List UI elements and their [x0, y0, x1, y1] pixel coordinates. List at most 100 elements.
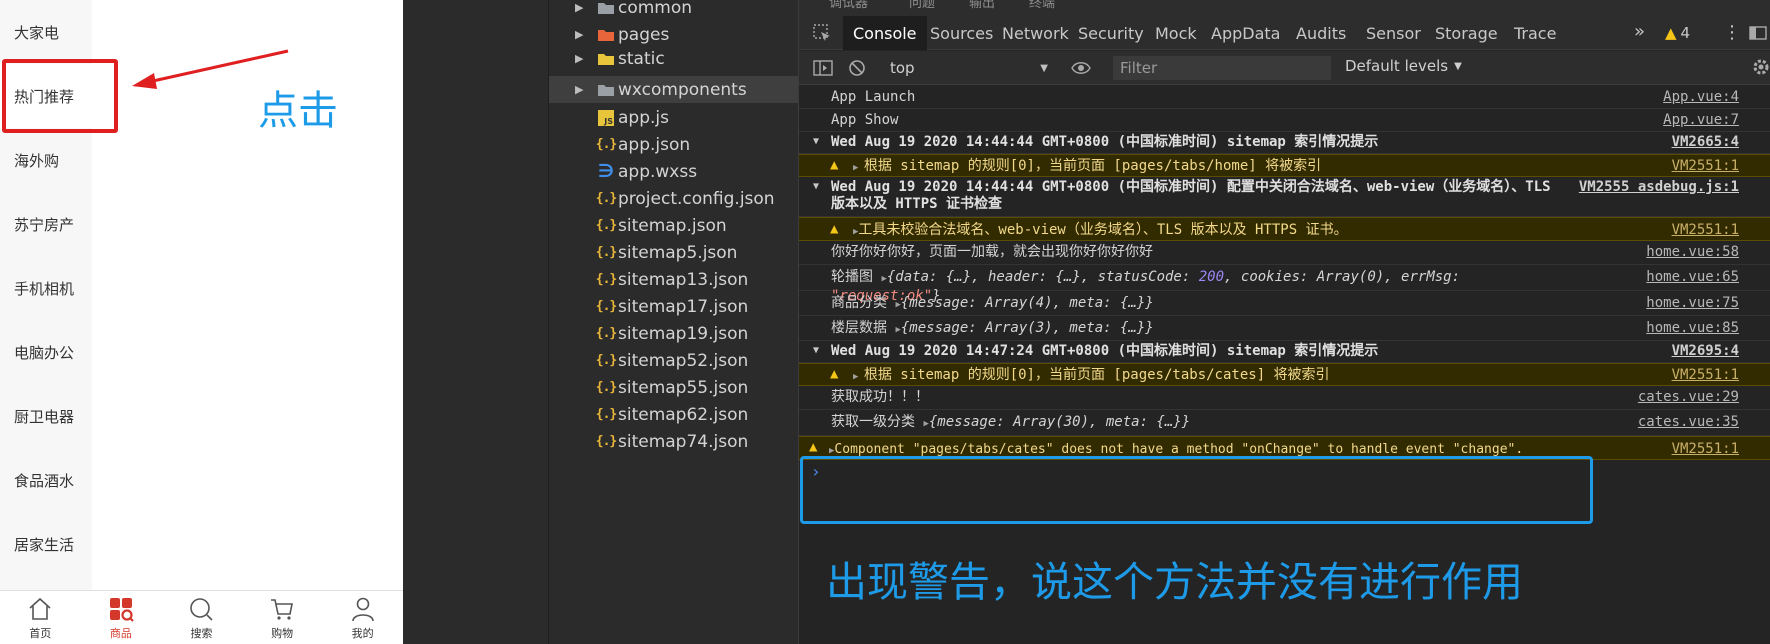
log-entry[interactable]: App Launch App.vue:4 — [799, 86, 1770, 109]
panel-tab-issues[interactable]: 问题 — [909, 0, 935, 11]
gear-icon[interactable] — [1751, 57, 1770, 77]
log-source-link[interactable]: VM2555 asdebug.js:1 — [1579, 179, 1739, 195]
log-warning[interactable]: ▲ ▶工具未校验合法域名、web-view（业务域名）、TLS 版本以及 HTT… — [799, 217, 1770, 241]
file-json[interactable]: {.} sitemap74.json — [549, 428, 799, 455]
tab-storage[interactable]: Storage — [1425, 16, 1508, 50]
tab-audits[interactable]: Audits — [1286, 16, 1356, 50]
json-file-icon: {.} — [595, 245, 618, 260]
warning-text: 根据 sitemap 的规则[0]，当前页面 [pages/tabs/cates… — [863, 367, 1330, 383]
log-entry[interactable]: 商品分类 ▶{message: Array(4), meta: {…}} hom… — [799, 291, 1770, 316]
panel-tab-output[interactable]: 输出 — [969, 0, 995, 11]
file-json[interactable]: {.} sitemap17.json — [549, 293, 799, 320]
log-source-link[interactable]: VM2551:1 — [1672, 367, 1739, 383]
category-item[interactable]: 居家生活 — [0, 512, 92, 576]
tab-sources[interactable]: Sources — [920, 16, 1003, 50]
file-json[interactable]: {.} sitemap.json — [549, 212, 799, 239]
warning-icon: ▲ — [830, 157, 839, 173]
log-object: , cookies: Array(0), errMsg: — [1224, 269, 1469, 285]
panel-tab-terminal[interactable]: 终端 — [1029, 0, 1055, 11]
log-source-link[interactable]: VM2665:4 — [1672, 134, 1739, 150]
caret-down-icon: ▼ — [1040, 62, 1048, 74]
log-source-link[interactable]: home.vue:58 — [1646, 244, 1739, 260]
log-source-link[interactable]: cates.vue:35 — [1638, 414, 1739, 430]
log-levels-select[interactable]: Default levels ▼ — [1345, 57, 1462, 75]
log-source-link[interactable]: home.vue:65 — [1646, 269, 1739, 285]
folder-static[interactable]: ▶ static — [549, 45, 799, 72]
file-json[interactable]: {.} sitemap5.json — [549, 239, 799, 266]
log-entry[interactable]: 获取一级分类 ▶{message: Array(30), meta: {…}} … — [799, 410, 1770, 436]
log-source-link[interactable]: App.vue:4 — [1663, 89, 1739, 105]
category-item[interactable]: 手机相机 — [0, 256, 92, 320]
tree-item-label: sitemap52.json — [618, 350, 749, 371]
file-json[interactable]: {.} app.json — [549, 131, 799, 158]
file-json[interactable]: {.} sitemap13.json — [549, 266, 799, 293]
kebab-menu-icon[interactable]: ⋮ — [1723, 22, 1741, 43]
file-json[interactable]: {.} project.config.json — [549, 185, 799, 212]
log-entry[interactable]: 获取成功！！！ cates.vue:29 — [799, 386, 1770, 410]
log-group-header[interactable]: ▼ Wed Aug 19 2020 14:47:24 GMT+0800 (中国标… — [799, 341, 1770, 363]
folder-pages[interactable]: ▶ pages — [549, 21, 799, 48]
log-warning[interactable]: ▲ ▶ 根据 sitemap 的规则[0]，当前页面 [pages/tabs/h… — [799, 154, 1770, 177]
file-app-js[interactable]: JS app.js — [549, 104, 799, 131]
tab-security[interactable]: Security — [1068, 16, 1154, 50]
category-item[interactable]: 苏宁房产 — [0, 192, 92, 256]
chevron-right-icon: ▶ — [575, 83, 584, 96]
category-item[interactable]: 海外购 — [0, 128, 92, 192]
tab-network[interactable]: Network — [992, 16, 1079, 50]
folder-wxcomponents[interactable]: ▶ wxcomponents — [549, 76, 799, 103]
warning-icon: ▲ — [830, 366, 839, 382]
file-json[interactable]: {.} sitemap55.json — [549, 374, 799, 401]
clear-console-icon[interactable] — [847, 59, 867, 77]
tab-sensor[interactable]: Sensor — [1356, 16, 1431, 50]
warning-counter[interactable]: ▲ 4 — [1665, 24, 1690, 42]
folder-icon — [595, 80, 617, 100]
cart-icon — [271, 598, 294, 620]
log-source-link[interactable]: VM2551:1 — [1672, 441, 1739, 457]
sidebar-toggle-icon[interactable] — [813, 59, 833, 77]
log-group-header[interactable]: ▼ Wed Aug 19 2020 14:44:44 GMT+0800 (中国标… — [799, 132, 1770, 154]
log-source-link[interactable]: home.vue:85 — [1646, 320, 1739, 336]
tab-profile[interactable]: 我的 — [322, 591, 403, 644]
log-source-link[interactable]: App.vue:7 — [1663, 112, 1739, 128]
log-source-link[interactable]: home.vue:75 — [1646, 295, 1739, 311]
tab-appdata[interactable]: AppData — [1201, 16, 1290, 50]
log-entry[interactable]: 轮播图 ▶{data: {…}, header: {…}, statusCode… — [799, 265, 1770, 304]
console-toolbar: top ▼ Filter Default levels ▼ — [799, 51, 1770, 85]
eye-icon[interactable] — [1071, 59, 1091, 77]
log-entry[interactable]: 你好你好你好，页面一加载，就会出现你好你好你好 home.vue:58 — [799, 241, 1770, 265]
tab-search[interactable]: 搜索 — [161, 591, 242, 644]
log-warning[interactable]: ▲ ▶ 根据 sitemap 的规则[0]，当前页面 [pages/tabs/c… — [799, 363, 1770, 386]
file-explorer: ▶ common ▶ pages ▶ static ▶ wxcomponents… — [548, 0, 799, 644]
more-tabs-icon[interactable]: » — [1634, 21, 1645, 42]
category-item[interactable]: 食品酒水 — [0, 448, 92, 512]
file-json[interactable]: {.} sitemap52.json — [549, 347, 799, 374]
log-source-link[interactable]: VM2551:1 — [1672, 222, 1739, 238]
tab-goods[interactable]: 商品 — [81, 591, 162, 644]
inspect-element-icon[interactable] — [813, 24, 831, 42]
user-icon — [351, 597, 374, 621]
log-source-link[interactable]: VM2695:4 — [1672, 343, 1739, 359]
log-entry[interactable]: App Show App.vue:7 — [799, 109, 1770, 132]
context-select[interactable]: top ▼ — [884, 57, 1052, 79]
log-entry[interactable]: 楼层数据 ▶{message: Array(3), meta: {…}} hom… — [799, 316, 1770, 341]
log-source-link[interactable]: cates.vue:29 — [1638, 389, 1739, 405]
tab-cart[interactable]: 购物 — [242, 591, 323, 644]
log-label: 轮播图 — [831, 269, 873, 285]
filter-input[interactable]: Filter — [1113, 56, 1331, 80]
file-json[interactable]: {.} sitemap19.json — [549, 320, 799, 347]
folder-common[interactable]: ▶ common — [549, 0, 799, 21]
log-group-header[interactable]: ▼ Wed Aug 19 2020 14:44:44 GMT+0800 (中国标… — [799, 177, 1770, 217]
tab-console[interactable]: Console — [843, 16, 927, 50]
tree-item-label: sitemap74.json — [618, 431, 749, 452]
tab-trace[interactable]: Trace — [1504, 16, 1566, 50]
dock-icon[interactable] — [1749, 24, 1767, 42]
panel-tab-debugger[interactable]: 调试器 — [829, 0, 868, 11]
log-source-link[interactable]: VM2551:1 — [1672, 158, 1739, 174]
tab-home[interactable]: 首页 — [0, 591, 81, 644]
category-item[interactable]: 电脑办公 — [0, 320, 92, 384]
file-wxss[interactable]: ∋ app.wxss — [549, 158, 799, 185]
category-item[interactable]: 厨卫电器 — [0, 384, 92, 448]
category-item[interactable]: 大家电 — [0, 0, 92, 64]
file-json[interactable]: {.} sitemap62.json — [549, 401, 799, 428]
tab-mock[interactable]: Mock — [1145, 16, 1207, 50]
